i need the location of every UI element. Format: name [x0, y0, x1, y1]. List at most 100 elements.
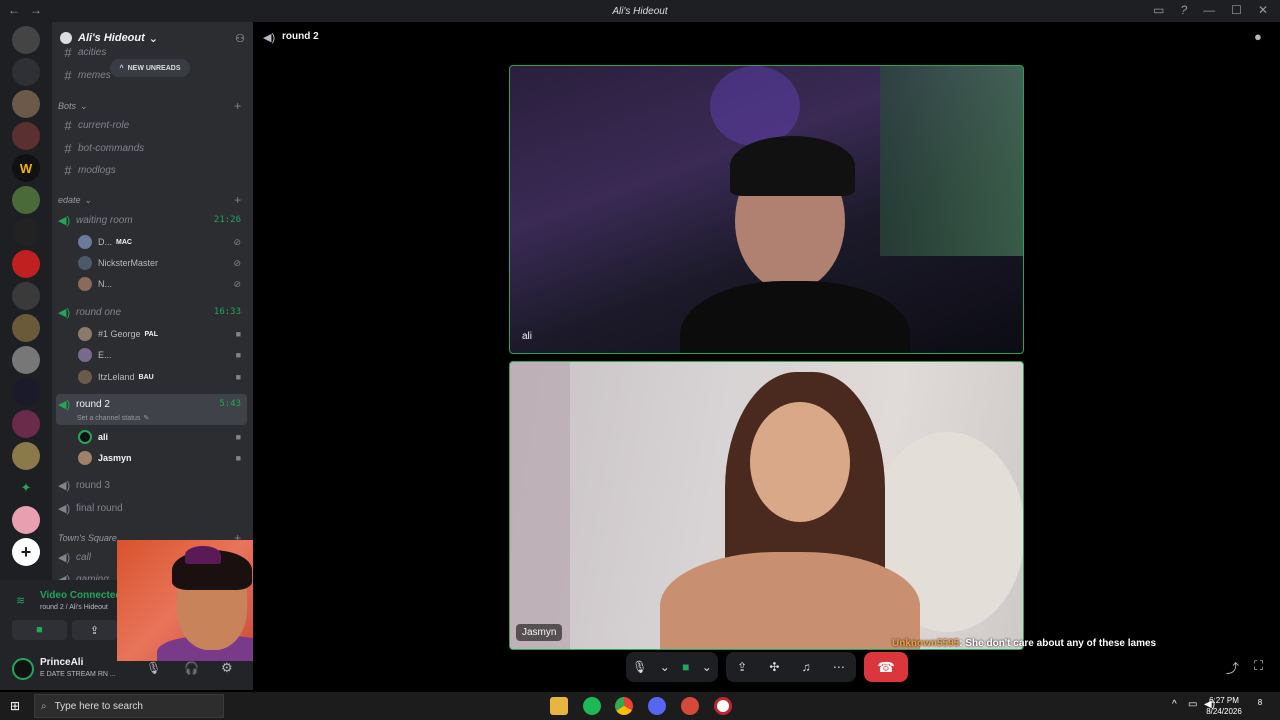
chevron-down-icon[interactable]: ⌄	[702, 660, 712, 674]
voice-channel-item[interactable]: ◀) final round	[52, 498, 253, 518]
back-arrow-icon[interactable]: ←	[8, 3, 20, 17]
channel-item[interactable]: # bot-commands	[52, 138, 253, 158]
minimize-button[interactable]: —	[1203, 3, 1215, 17]
hash-icon: #	[64, 162, 72, 178]
server-icon[interactable]	[12, 378, 40, 406]
new-unreads-pill[interactable]: ^ NEW UNREADS	[110, 59, 190, 77]
windows-start-icon[interactable]: ⊞	[10, 699, 20, 713]
microphone-icon[interactable]: 🎙	[632, 660, 647, 674]
popout-icon[interactable]: ⤴	[1226, 658, 1239, 677]
chevron-down-icon[interactable]: ⌄	[660, 660, 670, 674]
voice-user[interactable]: ali ■	[52, 427, 253, 447]
file-explorer-icon[interactable]	[550, 697, 568, 715]
camera-icon[interactable]: ■	[682, 660, 689, 674]
user-name[interactable]: PrinceAli	[40, 657, 83, 668]
server-icon[interactable]	[12, 26, 40, 54]
server-icon[interactable]	[12, 122, 40, 150]
activities-icon[interactable]: ✣	[769, 660, 779, 674]
video-tile-ali[interactable]: ali	[509, 65, 1024, 354]
network-icon[interactable]: ▭	[1188, 699, 1197, 710]
chevron-down-icon: ⌄	[84, 194, 93, 205]
category-header[interactable]: Bots ⌄ +	[52, 96, 253, 116]
spotify-icon[interactable]	[583, 697, 601, 715]
hash-icon: #	[64, 140, 72, 156]
server-icon[interactable]	[12, 442, 40, 470]
avatar	[78, 327, 92, 341]
server-icon[interactable]	[12, 506, 40, 534]
discord-icon[interactable]	[648, 697, 666, 715]
voice-user[interactable]: D... MAC ⊘	[52, 232, 253, 252]
voice-user[interactable]: Jasmyn ■	[52, 448, 253, 468]
server-icon[interactable]: ✦	[12, 474, 40, 502]
server-folder-icon[interactable]	[12, 58, 40, 86]
voice-status[interactable]: Video Connected	[40, 590, 122, 601]
voice-user[interactable]: ItzLeland BAU ■	[52, 367, 253, 387]
avatar[interactable]	[12, 658, 34, 680]
voice-user[interactable]: NicksterMaster ⊘	[52, 253, 253, 273]
server-icon[interactable]	[12, 186, 40, 214]
voice-channel-item[interactable]: ◀) waiting room 21:26	[52, 210, 253, 230]
voice-user[interactable]: E... ■	[52, 345, 253, 365]
server-icon[interactable]	[12, 346, 40, 374]
share-screen-icon[interactable]: ⇪	[737, 660, 747, 674]
video-tile-jasmyn[interactable]: Jasmyn	[509, 361, 1024, 650]
more-icon[interactable]: ⋯	[833, 660, 845, 674]
channel-status[interactable]: Set a channel status ✎	[52, 408, 253, 428]
server-icon[interactable]	[12, 218, 40, 246]
forward-arrow-icon[interactable]: →	[30, 3, 42, 17]
search-icon: ⌕	[41, 700, 47, 712]
headphones-icon[interactable]: 🎧	[184, 661, 199, 675]
tray-chevron-icon[interactable]: ^	[1172, 699, 1177, 710]
server-icon[interactable]	[12, 250, 40, 278]
close-button[interactable]: ✕	[1258, 3, 1268, 17]
server-icon[interactable]	[12, 314, 40, 342]
microphone-icon[interactable]: 🎙	[146, 661, 161, 675]
avatar	[78, 256, 92, 270]
avatar	[78, 348, 92, 362]
participant-name: ali	[522, 331, 533, 342]
channel-item[interactable]: # current-role	[52, 115, 253, 135]
app-icon[interactable]	[714, 697, 732, 715]
voice-channel-item[interactable]: ◀) round one 16:33	[52, 302, 253, 322]
call-actions: ⇪ ✣ ♫ ⋯	[726, 652, 856, 682]
speaker-icon: ◀)	[263, 32, 276, 44]
add-channel-icon[interactable]: +	[234, 193, 241, 207]
taskbar-search[interactable]: ⌕ Type here to search	[34, 694, 224, 718]
server-icon[interactable]: W	[12, 154, 40, 182]
voice-user[interactable]: #1 George PAL ■	[52, 324, 253, 344]
soundboard-icon[interactable]: ♫	[802, 660, 811, 674]
system-clock[interactable]: 6:27 PM 8/24/2026	[1200, 695, 1248, 717]
gear-icon[interactable]: ⚙	[221, 660, 233, 676]
server-icon[interactable]	[12, 90, 40, 118]
help-icon[interactable]: ?	[1180, 3, 1187, 17]
voice-location[interactable]: round 2 / Ali's Hideout	[40, 604, 108, 611]
maximize-button[interactable]: ☐	[1231, 3, 1242, 17]
hash-icon: #	[64, 67, 72, 83]
camera-icon: ■	[235, 350, 241, 360]
channel-title: round 2	[282, 31, 319, 42]
server-icon[interactable]	[12, 410, 40, 438]
hash-icon: #	[64, 44, 72, 60]
category-header[interactable]: edate ⌄ +	[52, 190, 253, 210]
avatar	[78, 451, 92, 465]
camera-toggle-button[interactable]: ■	[12, 620, 67, 640]
chrome-icon[interactable]	[615, 697, 633, 715]
avatar	[78, 235, 92, 249]
speaker-icon: ◀)	[58, 306, 71, 319]
app-icon[interactable]	[681, 697, 699, 715]
inbox-icon[interactable]: ▭	[1153, 3, 1164, 17]
disconnect-button[interactable]: ☎	[864, 652, 908, 682]
muted-icon: ⊘	[233, 257, 241, 268]
camera-icon: ■	[235, 329, 241, 339]
voice-user[interactable]: N... ⊘	[52, 274, 253, 294]
server-icon[interactable]	[12, 282, 40, 310]
share-screen-button[interactable]: ⇪	[72, 620, 117, 640]
voice-channel-item[interactable]: ◀) round 3	[52, 475, 253, 495]
channel-item[interactable]: # modlogs	[52, 160, 253, 180]
user-status: E DATE STREAM RN ...	[40, 671, 116, 678]
chat-icon[interactable]: ●	[1254, 29, 1262, 44]
add-channel-icon[interactable]: +	[234, 99, 241, 113]
fullscreen-icon[interactable]: ⛶	[1254, 658, 1263, 674]
notification-icon[interactable]: 8	[1252, 698, 1268, 714]
add-server-icon[interactable]: +	[12, 538, 40, 566]
